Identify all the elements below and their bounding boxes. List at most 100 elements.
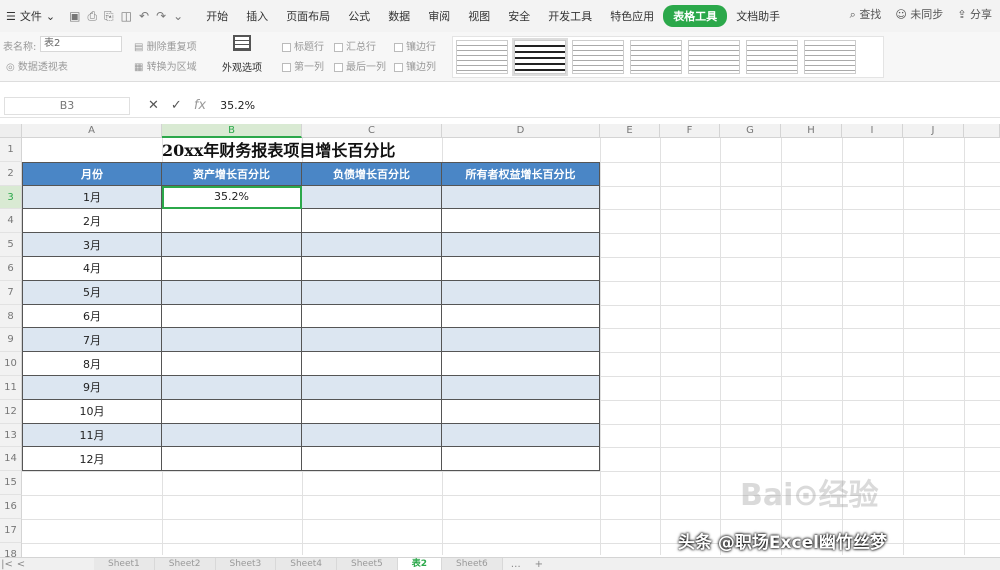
- data-cell[interactable]: [302, 185, 442, 210]
- column-header-e[interactable]: E: [600, 124, 660, 138]
- month-cell[interactable]: 3月: [22, 233, 162, 257]
- column-header-f[interactable]: F: [660, 124, 720, 138]
- row-header-15[interactable]: 15: [0, 471, 22, 495]
- data-cell[interactable]: [302, 376, 442, 400]
- data-cell[interactable]: [302, 233, 442, 257]
- column-header-a[interactable]: A: [22, 124, 162, 138]
- tab-insert[interactable]: 插入: [237, 5, 277, 27]
- data-cell[interactable]: [302, 304, 442, 329]
- row-header-16[interactable]: 16: [0, 495, 22, 519]
- table-style-1[interactable]: [456, 40, 508, 74]
- preview-icon[interactable]: ◫: [121, 9, 132, 23]
- undo-icon[interactable]: ↶: [139, 9, 149, 23]
- export-pdf-icon[interactable]: ⎙: [87, 9, 97, 24]
- data-cell[interactable]: [162, 257, 302, 281]
- row-header-9[interactable]: 9: [0, 328, 22, 353]
- first-column-option[interactable]: 第一列: [282, 58, 324, 73]
- table-style-4[interactable]: [630, 40, 682, 74]
- column-header-d[interactable]: D: [442, 124, 600, 138]
- data-cell[interactable]: [302, 423, 442, 448]
- first-column-checkbox[interactable]: [282, 62, 291, 72]
- appearance-options-button[interactable]: 外观选项: [216, 35, 268, 79]
- table-title[interactable]: 20xx年财务报表项目增长百分比: [162, 139, 502, 163]
- month-cell[interactable]: 7月: [22, 328, 162, 353]
- convert-to-range-button[interactable]: ▦ 转换为区域: [134, 58, 197, 73]
- banded-columns-checkbox[interactable]: [394, 62, 403, 72]
- save-icon[interactable]: ▣: [69, 9, 80, 23]
- row-header-4[interactable]: 4: [0, 209, 22, 234]
- row-header-8[interactable]: 8: [0, 304, 22, 329]
- column-header-c[interactable]: C: [302, 124, 442, 138]
- data-cell[interactable]: [442, 423, 600, 448]
- table-style-3[interactable]: [572, 40, 624, 74]
- month-cell[interactable]: 1月: [22, 185, 162, 210]
- month-cell[interactable]: 8月: [22, 352, 162, 376]
- tab-view[interactable]: 视图: [459, 5, 499, 27]
- row-header-17[interactable]: 17: [0, 518, 22, 543]
- sheet-tab-4[interactable]: Sheet4: [276, 557, 337, 570]
- column-header-h[interactable]: H: [781, 124, 842, 138]
- banded-rows-checkbox[interactable]: [394, 42, 403, 52]
- data-cell[interactable]: [162, 209, 302, 234]
- sheet-tab-2[interactable]: Sheet2: [154, 557, 216, 570]
- data-cell[interactable]: [442, 185, 600, 210]
- row-header-1[interactable]: 1: [0, 138, 22, 162]
- column-header-overflow[interactable]: [964, 124, 1000, 138]
- data-cell[interactable]: [442, 257, 600, 281]
- total-row-option[interactable]: 汇总行: [334, 38, 376, 53]
- data-cell[interactable]: [442, 376, 600, 400]
- active-cell[interactable]: 35.2%: [162, 185, 302, 210]
- row-header-13[interactable]: 13: [0, 423, 22, 448]
- table-style-5[interactable]: [688, 40, 740, 74]
- tab-page-layout[interactable]: 页面布局: [277, 5, 339, 27]
- data-cell[interactable]: [442, 352, 600, 376]
- tab-review[interactable]: 审阅: [419, 5, 459, 27]
- data-cell[interactable]: [162, 304, 302, 329]
- tab-special-apps[interactable]: 特色应用: [601, 5, 663, 27]
- data-cell[interactable]: [162, 447, 302, 472]
- table-style-7[interactable]: [804, 40, 856, 74]
- month-cell[interactable]: 12月: [22, 447, 162, 472]
- data-cell[interactable]: [162, 352, 302, 376]
- data-cell[interactable]: [162, 233, 302, 257]
- customize-icon[interactable]: ⌄: [173, 9, 183, 23]
- confirm-icon[interactable]: ✓: [171, 98, 182, 113]
- data-cell[interactable]: [442, 304, 600, 329]
- select-all-corner[interactable]: [0, 124, 22, 138]
- table-header-cell[interactable]: 月份: [22, 161, 162, 186]
- row-header-5[interactable]: 5: [0, 233, 22, 257]
- tab-data[interactable]: 数据: [379, 5, 419, 27]
- data-cell[interactable]: [162, 376, 302, 400]
- banded-rows-option[interactable]: 镶边行: [394, 38, 436, 53]
- data-cell[interactable]: [162, 328, 302, 353]
- row-header-3[interactable]: 3: [0, 185, 22, 210]
- table-style-6[interactable]: [746, 40, 798, 74]
- month-cell[interactable]: 5月: [22, 280, 162, 305]
- sheet-tab-active[interactable]: 表2: [397, 557, 443, 570]
- formula-input[interactable]: 35.2%: [220, 99, 255, 112]
- tab-developer[interactable]: 开发工具: [539, 5, 601, 27]
- row-header-12[interactable]: 12: [0, 399, 22, 424]
- data-cell[interactable]: [302, 352, 442, 376]
- column-header-j[interactable]: J: [903, 124, 964, 138]
- sheet-tab-5[interactable]: Sheet5: [337, 557, 398, 570]
- data-cell[interactable]: [442, 447, 600, 472]
- sync-status[interactable]: ☺ 未同步: [895, 6, 943, 22]
- tab-home[interactable]: 开始: [197, 5, 237, 27]
- prev-sheet-icon[interactable]: |<: [0, 559, 14, 570]
- tab-formulas[interactable]: 公式: [339, 5, 379, 27]
- data-cell[interactable]: [162, 280, 302, 305]
- banded-columns-option[interactable]: 镶边列: [394, 58, 436, 73]
- row-header-7[interactable]: 7: [0, 280, 22, 305]
- last-column-checkbox[interactable]: [334, 62, 343, 72]
- month-cell[interactable]: 10月: [22, 399, 162, 424]
- data-cell[interactable]: [302, 257, 442, 281]
- data-cell[interactable]: [442, 399, 600, 424]
- column-header-i[interactable]: I: [842, 124, 903, 138]
- tab-doc-assistant[interactable]: 文档助手: [727, 5, 789, 27]
- table-style-2[interactable]: [512, 38, 568, 76]
- name-box[interactable]: B3: [4, 96, 130, 115]
- data-cell[interactable]: [302, 328, 442, 353]
- column-header-g[interactable]: G: [720, 124, 781, 138]
- data-cell[interactable]: [442, 233, 600, 257]
